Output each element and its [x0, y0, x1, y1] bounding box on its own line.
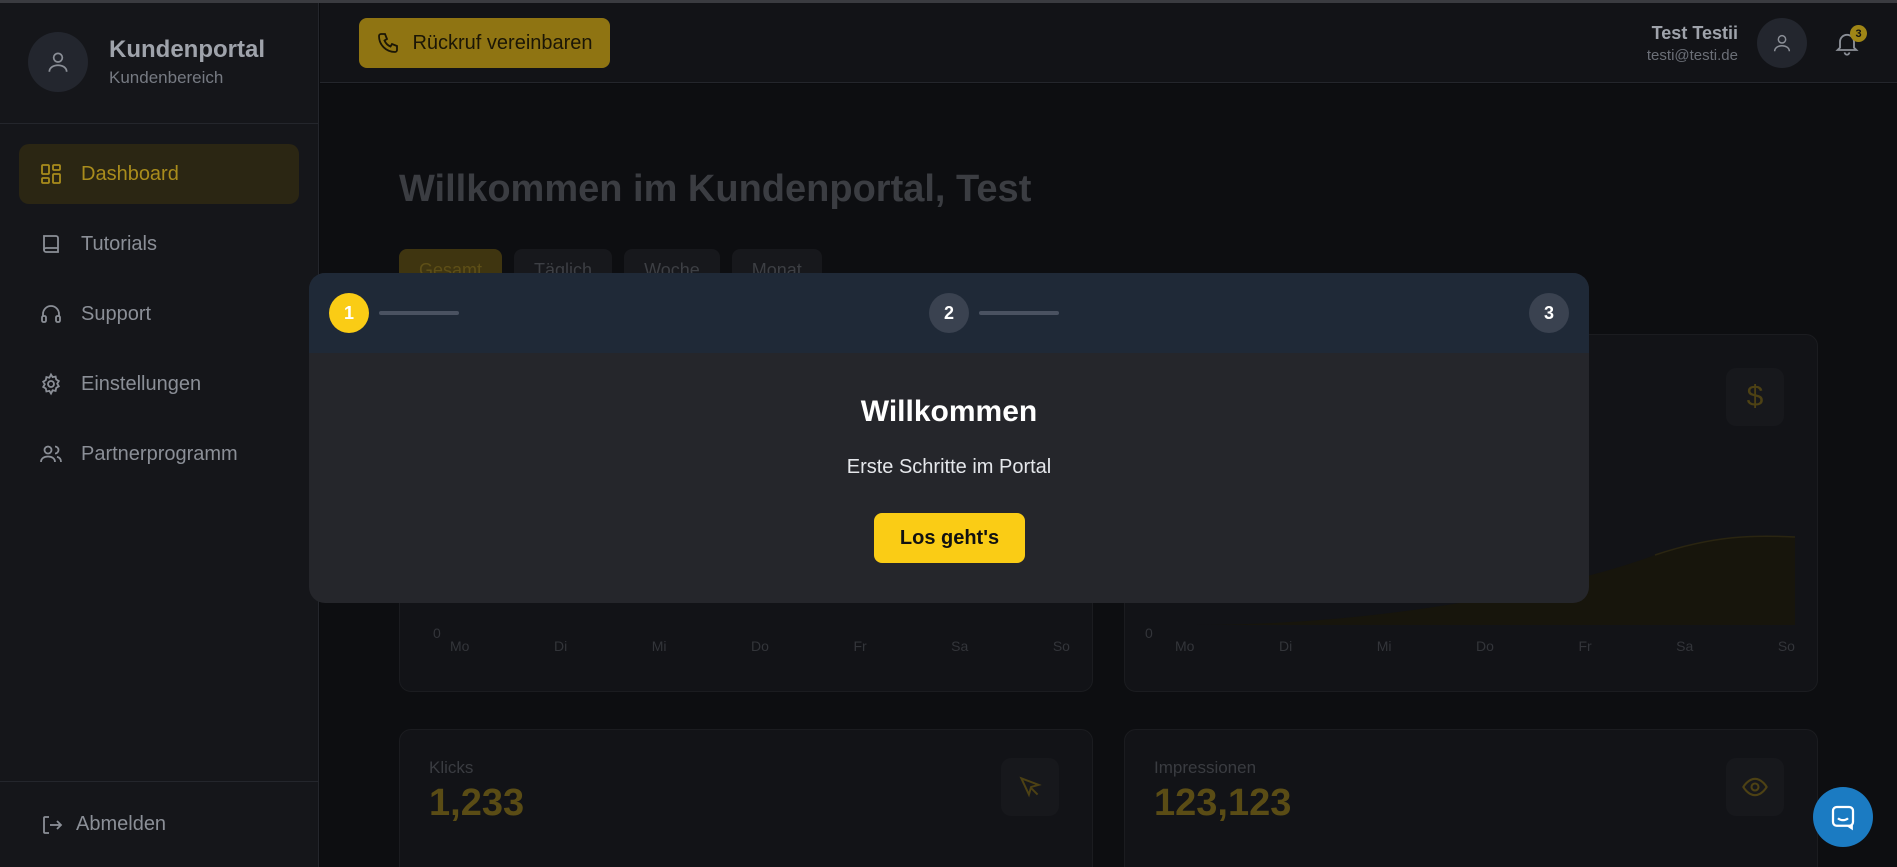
gear-icon [39, 372, 63, 396]
page-title: Willkommen im Kundenportal, Test [399, 168, 1032, 210]
callback-button[interactable]: Rückruf vereinbaren [359, 18, 610, 68]
stat-card-impressionen: Impressionen 123,123 [1124, 729, 1818, 867]
top-header: Rückruf vereinbaren Test Testii testi@te… [320, 3, 1897, 83]
x-tick: Sa [951, 638, 969, 654]
x-tick: Sa [1676, 638, 1694, 654]
brand-subtitle: Kundenbereich [109, 67, 224, 87]
callback-label: Rückruf vereinbaren [412, 31, 593, 54]
modal-subtitle: Erste Schritte im Portal [846, 456, 1052, 478]
chart-x-axis: Mo Di Mi Do Fr Sa So [450, 638, 1070, 654]
x-tick: So [1052, 638, 1070, 654]
notification-badge: 3 [1850, 25, 1867, 42]
phone-icon [376, 31, 400, 55]
x-tick: So [1777, 638, 1795, 654]
brand: Kundenportal Kundenbereich [0, 0, 318, 124]
x-tick: Do [1476, 638, 1494, 654]
x-tick: Di [1278, 638, 1293, 654]
stepper: 1 2 3 [309, 273, 1589, 353]
book-icon [39, 232, 63, 256]
chart-zero-label: 0 [433, 625, 441, 641]
stat-value: 1,233 [429, 782, 525, 824]
stat-value: 123,123 [1154, 782, 1292, 824]
chart-zero-label: 0 [1145, 625, 1153, 641]
sidebar-item-label: Support [81, 302, 152, 325]
x-tick: Mo [450, 638, 470, 654]
sidebar: Kundenportal Kundenbereich Dashboard Tut… [0, 0, 319, 867]
cursor-icon [1001, 758, 1059, 816]
user-icon [1773, 34, 1791, 52]
sidebar-item-partnerprogramm[interactable]: Partnerprogramm [19, 424, 299, 484]
step-connector [379, 311, 459, 315]
user-email: testi@testi.de [1646, 47, 1738, 64]
sidebar-nav: Dashboard Tutorials Support Einstellunge… [0, 124, 318, 484]
onboarding-modal: 1 2 3 Willkommen Erste Schritte im Porta… [309, 273, 1589, 603]
sidebar-item-support[interactable]: Support [19, 284, 299, 344]
logout-label: Abmelden [76, 813, 167, 835]
chart-x-axis: Mo Di Mi Do Fr Sa So [1175, 638, 1795, 654]
user-avatar-button[interactable] [1757, 18, 1807, 68]
dashboard-grid-icon [39, 162, 63, 186]
start-button[interactable]: Los geht's [874, 513, 1025, 563]
chat-launcher-button[interactable] [1813, 787, 1873, 847]
x-tick: Do [751, 638, 769, 654]
sidebar-item-label: Dashboard [81, 162, 179, 185]
stat-label: Klicks [429, 758, 474, 777]
step-indicator-3: 3 [1529, 293, 1569, 333]
dollar-icon: $ [1726, 368, 1784, 426]
sidebar-item-label: Tutorials [81, 232, 157, 255]
step-indicator-2: 2 [929, 293, 969, 333]
stat-card-klicks: Klicks 1,233 [399, 729, 1093, 867]
logout-icon [40, 813, 64, 837]
window-top-border [0, 0, 1897, 3]
sidebar-item-label: Einstellungen [81, 372, 202, 395]
logout-button[interactable]: Abmelden [0, 781, 319, 867]
stat-label: Impressionen [1154, 758, 1257, 777]
users-icon [39, 442, 63, 466]
headphones-icon [39, 302, 63, 326]
modal-title: Willkommen [860, 395, 1038, 428]
step-indicator-1: 1 [329, 293, 369, 333]
sidebar-item-dashboard[interactable]: Dashboard [19, 144, 299, 204]
brand-avatar [28, 31, 88, 92]
x-tick: Mi [1376, 638, 1392, 654]
sidebar-item-tutorials[interactable]: Tutorials [19, 214, 299, 274]
sidebar-item-einstellungen[interactable]: Einstellungen [19, 354, 299, 414]
eye-icon [1726, 758, 1784, 816]
x-tick: Fr [1578, 638, 1592, 654]
x-tick: Mo [1175, 638, 1195, 654]
x-tick: Fr [853, 638, 867, 654]
x-tick: Mi [651, 638, 667, 654]
step-connector [979, 311, 1059, 315]
user-icon [48, 51, 68, 72]
brand-title: Kundenportal [109, 35, 265, 63]
user-name: Test Testii [1651, 23, 1738, 43]
x-tick: Di [553, 638, 568, 654]
chat-icon [1831, 805, 1855, 831]
sidebar-item-label: Partnerprogramm [81, 442, 238, 465]
